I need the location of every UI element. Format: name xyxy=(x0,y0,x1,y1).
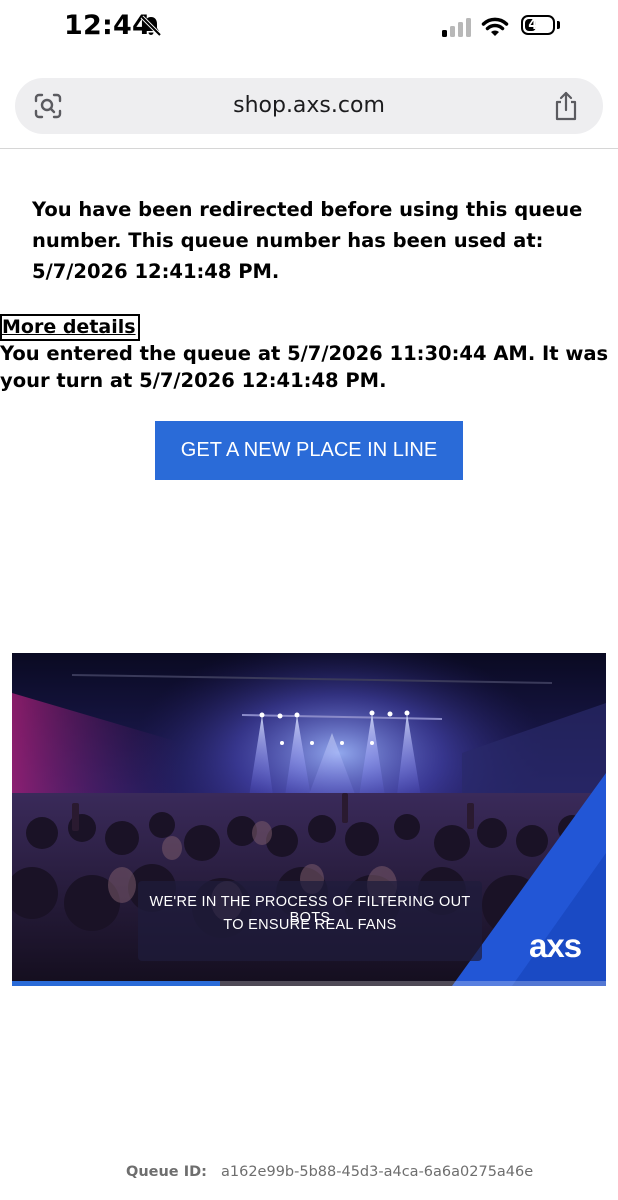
caption-line-2: TO ENSURE REAL FANS xyxy=(223,917,397,933)
wifi-icon xyxy=(481,17,509,36)
video-progress-bar[interactable] xyxy=(12,981,606,986)
cellular-signal-icon xyxy=(442,18,471,37)
redirect-message: You have been redirected before using th… xyxy=(32,198,583,283)
divider xyxy=(0,148,618,149)
promo-video[interactable]: WE'RE IN THE PROCESS OF FILTERING OUT BO… xyxy=(12,653,606,986)
more-details-link[interactable]: More details xyxy=(0,314,140,341)
video-progress-fill xyxy=(12,981,220,986)
share-icon[interactable] xyxy=(553,90,579,122)
battery-percentage: 41 xyxy=(528,17,548,33)
get-new-place-button[interactable]: GET A NEW PLACE IN LINE xyxy=(155,421,463,480)
bell-slash-icon xyxy=(140,15,162,37)
address-bar[interactable]: shop.axs.com xyxy=(15,78,603,134)
queue-id-label: Queue ID: xyxy=(126,1164,207,1180)
status-bar: 12:44 41 xyxy=(0,0,618,56)
status-time: 12:44 xyxy=(64,10,151,41)
battery-icon: 41 xyxy=(521,15,561,37)
queue-details-text: You entered the queue at 5/7/2026 11:30:… xyxy=(0,342,609,392)
queue-id-value: a162e99b-5b88-45d3-a4ca-6a6a0275a46e xyxy=(221,1164,534,1180)
axs-logo: axs xyxy=(529,927,582,964)
url-text[interactable]: shop.axs.com xyxy=(15,78,603,134)
